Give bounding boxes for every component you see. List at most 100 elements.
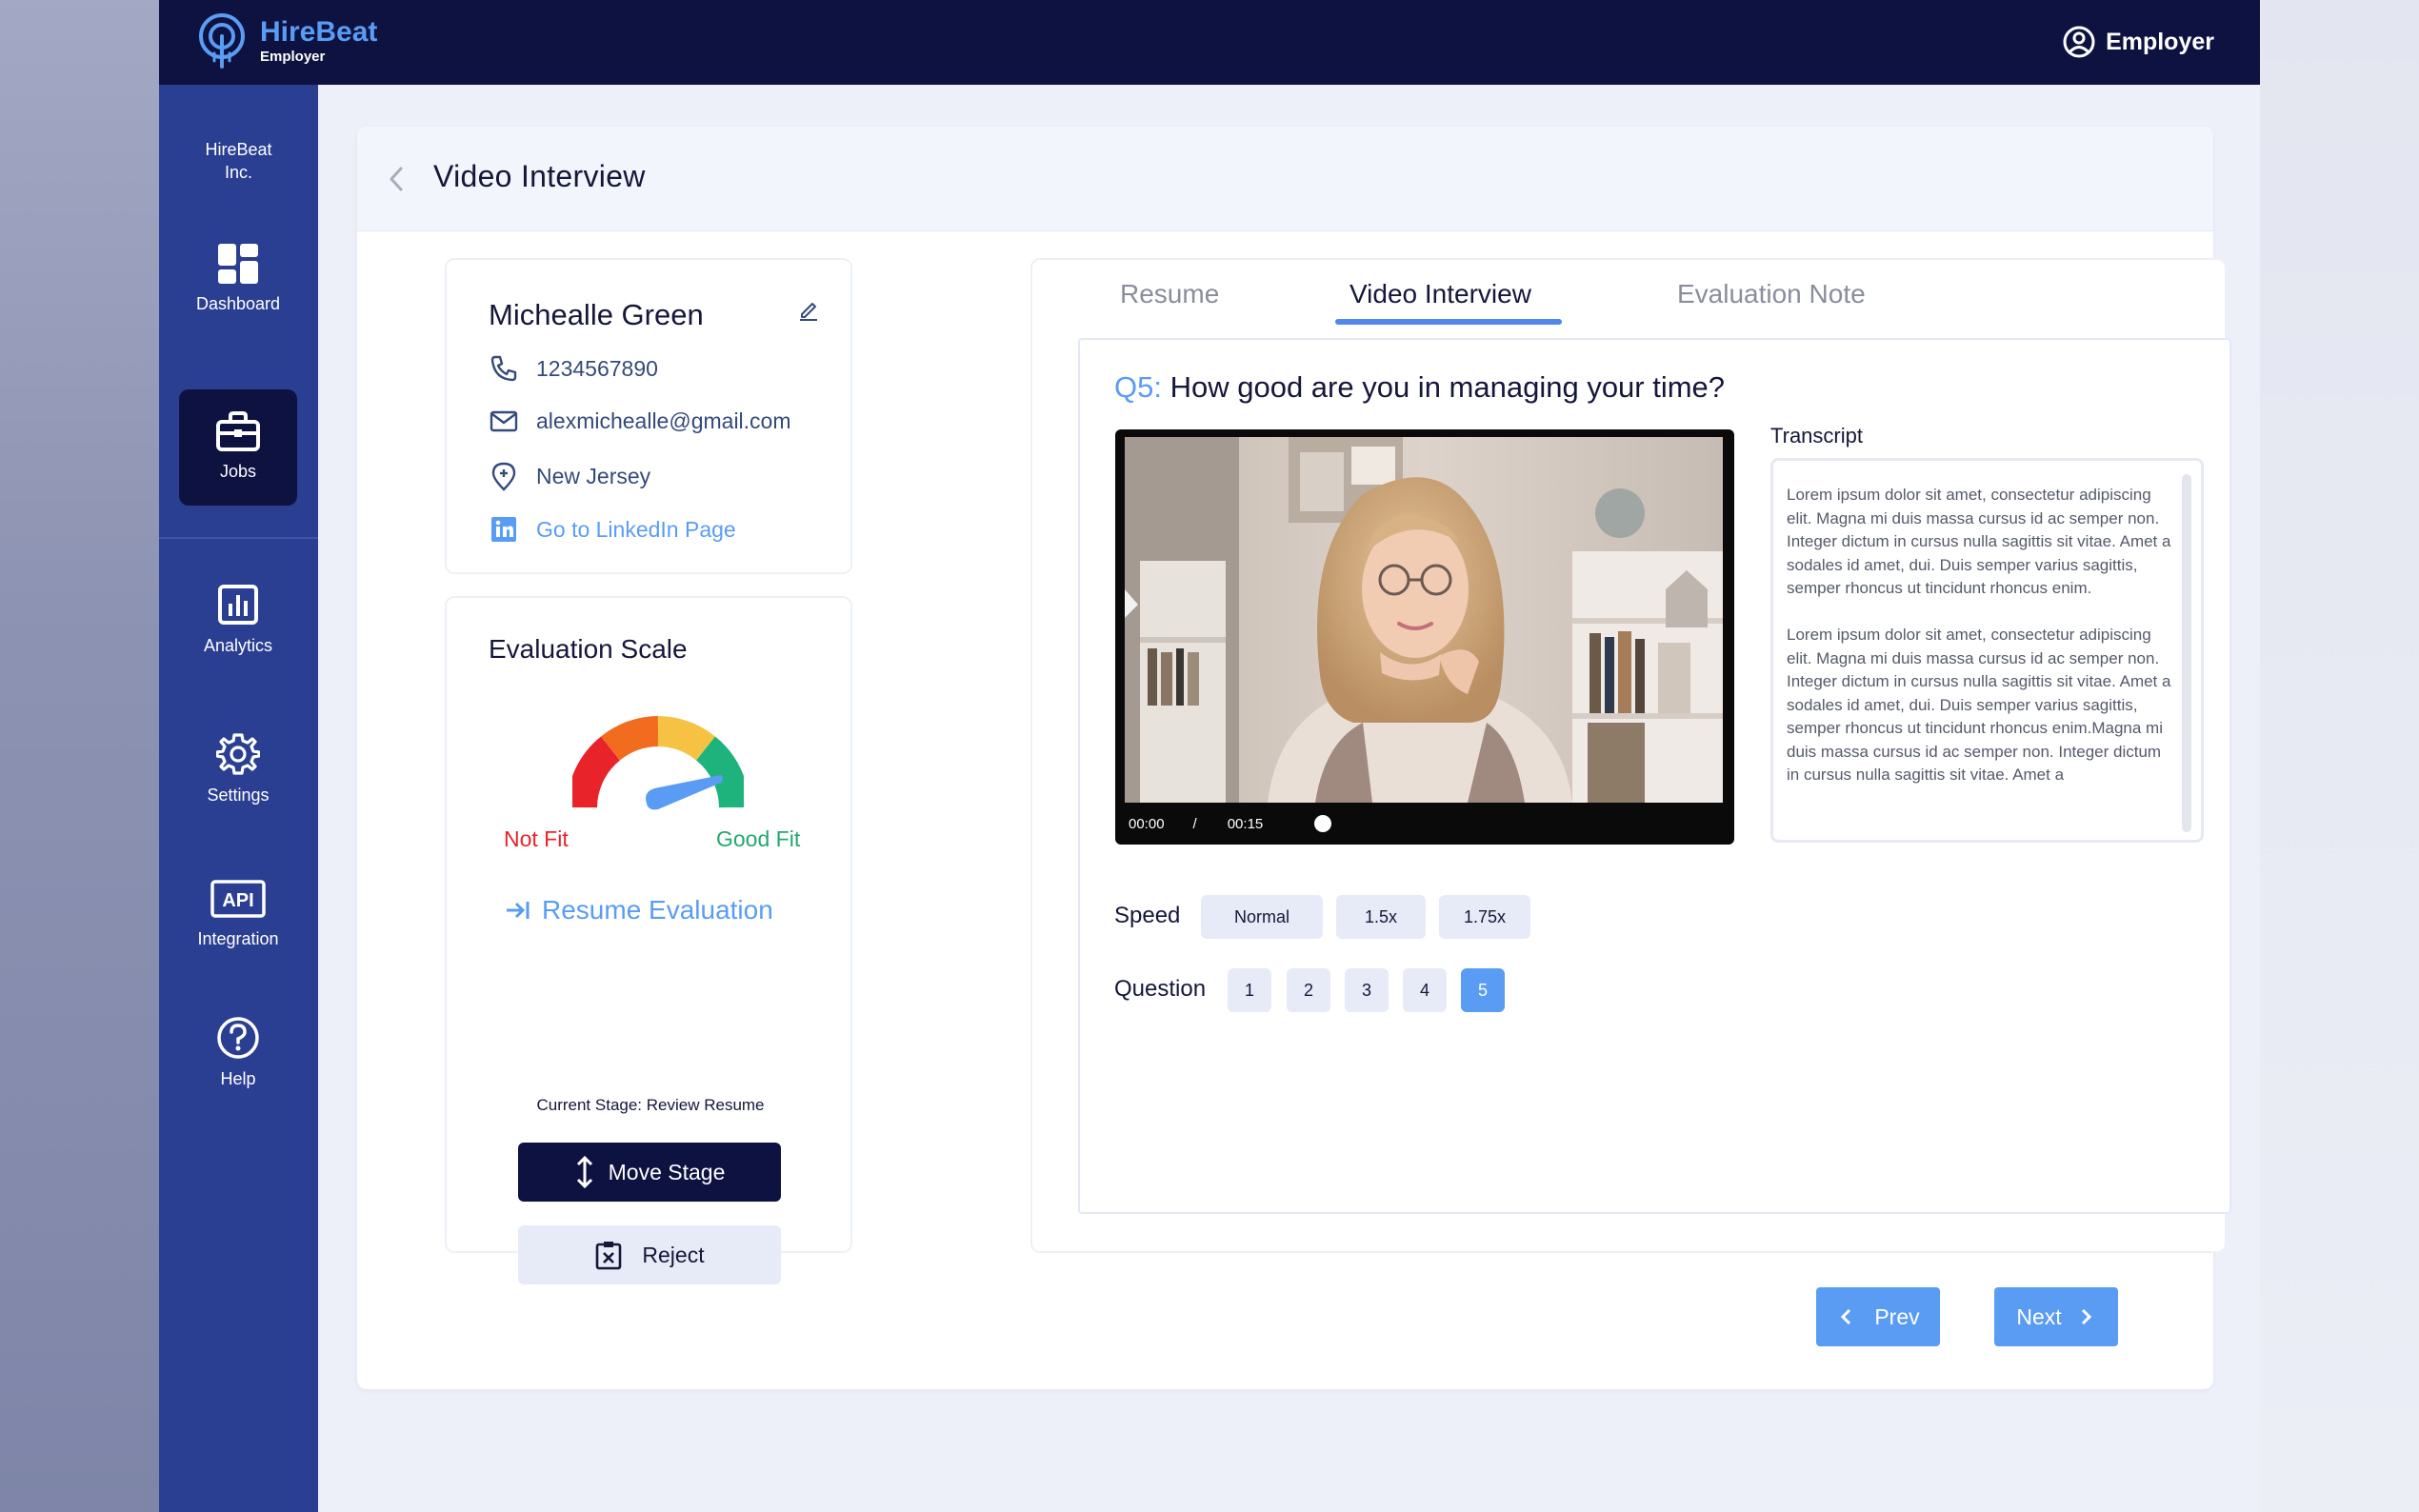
video-time-separator: / [1192,815,1197,832]
vertical-arrows-icon [576,1156,592,1188]
brand-name: HireBeat [260,16,378,48]
clipboard-x-icon [596,1242,622,1270]
page-title: Video Interview [433,159,646,193]
sidebar-item-jobs[interactable]: Jobs [179,389,297,506]
briefcase-icon [216,411,260,451]
candidate-name: Michealle Green [489,298,704,331]
video-player[interactable]: 00:00 / 00:15 [1115,429,1734,845]
phone-row: 1234567890 [489,353,658,384]
question-button-5[interactable]: 5 [1461,968,1505,1012]
sidebar-item-help[interactable]: Help [179,1016,297,1132]
gauge-low-label: Not Fit [504,826,569,851]
video-frame [1125,437,1723,803]
main-card: Video Interview Michealle Green 12345678… [357,127,2231,1389]
background-right [2260,0,2419,1512]
resume-evaluation-label: Resume Evaluation [542,895,773,925]
next-label: Next [2016,1303,2062,1329]
sidebar-item-label: Help [220,1069,256,1088]
linkedin-icon [491,517,516,542]
linkedin-link[interactable]: Go to LinkedIn Page [489,514,736,545]
brand-subtitle: Employer [260,49,326,65]
transcript-paragraph: Lorem ipsum dolor sit amet, consectetur … [1787,486,2171,597]
video-current-time: 00:00 [1129,815,1165,832]
prev-button[interactable]: Prev [1816,1287,1940,1346]
sidebar-item-settings[interactable]: Settings [179,732,297,848]
prev-label: Prev [1874,1303,1920,1329]
location-row: New Jersey [489,461,650,491]
arrow-right-bar-icon [507,902,530,919]
hirebeat-logo-icon [199,13,245,69]
candidate-phone: 1234567890 [536,355,658,381]
sidebar-item-analytics[interactable]: Analytics [179,585,297,701]
sidebar-divider [159,537,318,539]
chevron-right-icon [2081,1308,2091,1325]
candidate-email: alexmichealle@gmail.com [536,408,791,433]
candidate-card: Michealle Green 1234567890 alexmichealle… [445,258,852,574]
background-left [0,0,159,1512]
sidebar-item-label: Integration [197,929,279,948]
app-window: HireBeat Employer Employer HireBeat Inc.… [159,0,2260,1512]
chevron-left-icon [1841,1308,1851,1325]
sidebar-item-label: Settings [207,786,270,805]
video-scrubber-handle[interactable] [1314,815,1332,832]
reject-button[interactable]: Reject [518,1225,781,1284]
user-menu[interactable]: Employer [2062,25,2214,59]
speed-label: Speed [1114,903,1181,928]
speed-1-5x-button[interactable]: 1.5x [1336,895,1426,939]
page-header: Video Interview [357,127,2213,231]
evaluation-card: Evaluation Scale Not Fit Good Fit Resume… [445,596,852,1284]
company-name: HireBeat Inc. [205,140,272,182]
speed-normal-button[interactable]: Normal [1201,895,1323,939]
transcript-box: Lorem ipsum dolor sit amet, consectetur … [1770,458,2204,843]
resume-evaluation-link[interactable]: Resume Evaluation [504,895,773,925]
svg-text:API: API [222,890,253,911]
grid-icon [218,244,258,284]
brand[interactable]: HireBeat Employer [197,11,377,70]
top-bar: HireBeat Employer Employer [159,0,2260,85]
question-button-4[interactable]: 4 [1403,968,1447,1012]
evaluation-title: Evaluation Scale [489,634,688,664]
transcript-scrollbar[interactable] [2182,474,2191,832]
question-button-3[interactable]: 3 [1345,968,1389,1012]
gear-icon [216,733,260,775]
linkedin-link-label: Go to LinkedIn Page [536,516,736,542]
gauge-high-label: Good Fit [716,826,801,851]
candidate-video-still [1125,437,1723,803]
speed-1-75x-button[interactable]: 1.75x [1439,895,1530,939]
transcript-label: Transcript [1770,424,1863,448]
video-controls: 00:00 / 00:15 [1129,812,1719,835]
question-label: Question [1114,976,1207,1002]
pencil-icon[interactable] [797,298,820,321]
question-button-1[interactable]: 1 [1228,968,1271,1012]
api-icon: API [210,880,266,918]
evaluation-gauge [572,716,744,810]
tab-evaluation-note[interactable]: Evaluation Note [1677,279,1866,309]
user-menu-label: Employer [2106,28,2214,55]
transcript-text: Lorem ipsum dolor sit amet, consectetur … [1787,484,2177,834]
move-stage-label: Move Stage [608,1159,726,1184]
gauge-needle [646,775,723,810]
sidebar-item-label: Dashboard [195,294,281,313]
sidebar-item-dashboard[interactable]: Dashboard [179,243,297,359]
phone-icon [490,355,517,382]
sidebar-item-label: Jobs [219,462,257,481]
question-button-2[interactable]: 2 [1287,968,1330,1012]
sidebar: HireBeat Inc. Dashboard Jobs Analytics S… [159,85,318,1512]
reject-label: Reject [642,1242,705,1267]
question-text: How good are you in managing your time? [1170,370,1726,404]
back-chevron-icon[interactable] [382,163,410,195]
video-duration: 00:15 [1227,815,1264,832]
tab-resume[interactable]: Resume [1120,279,1219,309]
question-icon [217,1017,259,1059]
question-box: Q5: How good are you in managing your ti… [1078,338,2231,1214]
sidebar-item-integration[interactable]: API Integration [179,880,297,996]
transcript-paragraph: Lorem ipsum dolor sit amet, consectetur … [1787,626,2171,784]
question-number: Q5: [1114,370,1162,404]
question-heading: Q5: How good are you in managing your ti… [1114,370,1725,405]
current-stage-text: Current Stage: Review Resume [536,1096,765,1114]
mail-icon [490,410,518,432]
tab-video-interview[interactable]: Video Interview [1349,279,1531,309]
next-button[interactable]: Next [1994,1287,2118,1346]
move-stage-button[interactable]: Move Stage [518,1143,781,1202]
active-tab-indicator [1335,319,1562,325]
